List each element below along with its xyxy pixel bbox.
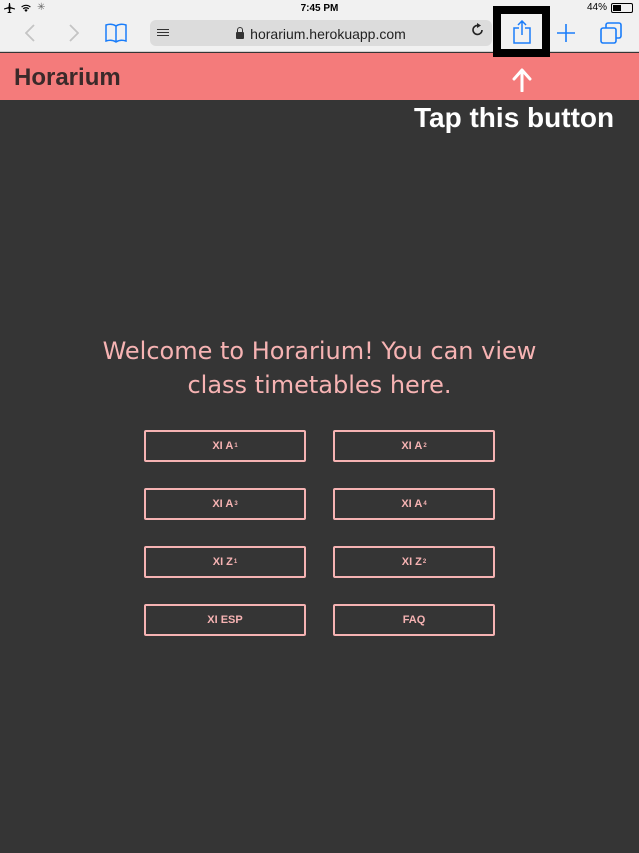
plus-icon: [557, 24, 575, 42]
class-button-xi-a4[interactable]: XI A4: [333, 488, 495, 520]
class-button-xi-z2[interactable]: XI Z2: [333, 546, 495, 578]
battery-icon: [611, 2, 633, 13]
class-button-subscript: 1: [234, 443, 238, 449]
class-button-label: XI Z: [401, 556, 422, 568]
url-display: horarium.herokuapp.com: [150, 26, 492, 42]
share-button[interactable]: [493, 6, 550, 57]
class-button-subscript: 2: [422, 559, 427, 565]
class-button-label: XI A: [401, 440, 423, 452]
lock-icon: [236, 27, 245, 39]
share-icon: [512, 19, 531, 44]
class-button-label: XI A: [212, 498, 234, 510]
url-text: horarium.herokuapp.com: [250, 26, 406, 42]
annotation-text: Tap this button: [414, 102, 615, 133]
class-button-label: XI ESP: [207, 614, 243, 626]
status-right: 44%: [587, 2, 633, 13]
class-button-subscript: 3: [234, 501, 238, 507]
class-button-xi-a3[interactable]: XI A3: [144, 488, 306, 520]
reload-icon: [472, 23, 483, 36]
class-button-subscript: 4: [423, 501, 427, 507]
tabs-icon: [600, 22, 622, 44]
class-button-xi-a1[interactable]: XI A1: [144, 430, 306, 462]
class-button-label: XI Z: [212, 556, 233, 568]
chevron-right-icon: [69, 24, 79, 42]
chevron-left-icon: [25, 24, 35, 42]
app-header: Horarium: [0, 53, 639, 100]
class-button-label: XI A: [212, 440, 234, 452]
address-bar[interactable]: horarium.herokuapp.com: [150, 20, 492, 46]
class-button-xi-z1[interactable]: XI Z1: [144, 546, 306, 578]
welcome-message: Welcome to Horarium! You can view class …: [102, 337, 537, 399]
back-button[interactable]: [20, 16, 40, 50]
class-button-subscript: 1: [233, 559, 238, 565]
arrow-up-icon: [512, 68, 532, 92]
bookmarks-button[interactable]: [102, 16, 130, 50]
new-tab-button[interactable]: [552, 16, 580, 50]
book-icon: [105, 23, 127, 43]
forward-button[interactable]: [64, 16, 84, 50]
battery-percent: 44%: [586, 2, 607, 13]
class-button-xi-a2[interactable]: XI A2: [333, 430, 495, 462]
class-button-label: FAQ: [402, 614, 426, 626]
tabs-button[interactable]: [597, 16, 625, 50]
reload-button[interactable]: [472, 23, 484, 40]
class-button-subscript: 2: [423, 443, 427, 449]
battery-fill: [613, 4, 621, 11]
class-button-xi-esp[interactable]: XI ESP: [144, 604, 306, 636]
faq-button[interactable]: FAQ: [333, 604, 495, 636]
app-title[interactable]: Horarium: [14, 64, 121, 92]
class-button-label: XI A: [401, 498, 423, 510]
